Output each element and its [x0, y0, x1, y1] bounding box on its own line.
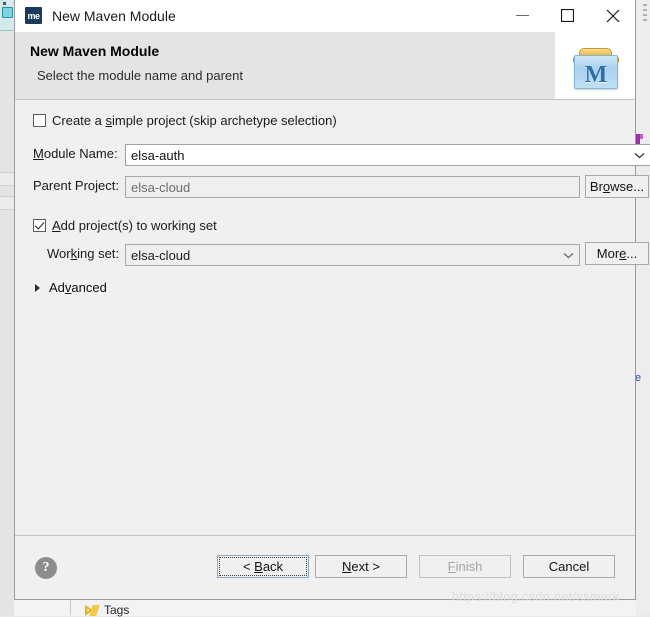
title-bar: me New Maven Module	[15, 0, 635, 32]
advanced-label: Advanced	[47, 280, 109, 295]
browse-button-label: Browse...	[589, 179, 645, 194]
page-subtitle: Select the module name and parent	[37, 68, 243, 83]
add-working-set-checkbox[interactable]	[33, 219, 46, 232]
more-button-label: More...	[596, 246, 638, 261]
background-marker-accent-icon	[640, 134, 643, 139]
chevron-right-icon	[35, 283, 40, 292]
window-title: New Maven Module	[52, 7, 176, 24]
simple-project-label: Create a simple project (skip archetype …	[52, 113, 337, 128]
footer-buttons: < Back Next > Finish Cancel	[217, 555, 615, 578]
module-name-value: elsa-auth	[131, 147, 185, 163]
background-tab-dot-icon	[3, 2, 6, 5]
module-name-label-wrap: Module Name:	[33, 146, 118, 161]
next-button[interactable]: Next >	[315, 555, 407, 578]
add-working-set-row[interactable]: Add project(s) to working set	[33, 218, 217, 233]
chevron-down-icon[interactable]	[557, 245, 579, 265]
finish-button: Finish	[419, 555, 511, 578]
working-set-value: elsa-cloud	[131, 247, 191, 263]
cancel-button-label: Cancel	[548, 559, 590, 574]
cancel-button[interactable]: Cancel	[523, 555, 615, 578]
background-scrollbar[interactable]	[643, 4, 647, 34]
chevron-down-icon[interactable]	[628, 145, 650, 165]
minimize-button[interactable]	[500, 0, 545, 31]
add-working-set-label: Add project(s) to working set	[52, 218, 217, 233]
background-toolbar-row	[0, 172, 14, 186]
maven-icon-letter: M	[584, 61, 608, 88]
maximize-button[interactable]	[545, 0, 590, 31]
dialog-body: Create a simple project (skip archetype …	[15, 100, 650, 538]
back-button-label: < Back	[242, 559, 284, 574]
working-set-label-wrap: Working set:	[47, 246, 119, 261]
help-icon[interactable]: ?	[35, 557, 57, 579]
maven-icon-body: M	[574, 54, 618, 89]
background-tab-icon	[2, 7, 13, 18]
background-right-panel	[635, 0, 650, 615]
watermark: https://blog.csdn.net/ssmark	[452, 589, 620, 604]
simple-project-row[interactable]: Create a simple project (skip archetype …	[33, 113, 337, 128]
background-left-panel	[0, 0, 15, 615]
next-button-label: Next >	[342, 559, 380, 574]
working-set-label: Working set:	[47, 246, 120, 261]
parent-project-input[interactable]: elsa-cloud	[125, 176, 580, 198]
maven-module-icon: M	[571, 45, 619, 89]
simple-project-checkbox[interactable]	[33, 114, 46, 127]
back-button[interactable]: < Back	[217, 555, 309, 578]
finish-button-label: Finish	[447, 559, 483, 574]
module-name-input[interactable]: elsa-auth	[125, 144, 650, 166]
close-button[interactable]	[590, 0, 635, 31]
browse-button[interactable]: Browse...	[585, 175, 649, 198]
dialog-header: New Maven Module Select the module name …	[15, 32, 635, 100]
maven-me-icon: me	[25, 7, 42, 24]
header-banner: M	[555, 32, 635, 99]
tag-icon	[85, 604, 99, 616]
parent-project-label-wrap: Parent Project:	[33, 178, 119, 193]
parent-project-label: Parent Project:	[33, 178, 119, 193]
background-toolbar-row	[0, 196, 14, 210]
advanced-toggle[interactable]: Advanced	[35, 280, 109, 295]
new-maven-module-dialog: me New Maven Module New Maven Module Sel…	[14, 0, 650, 600]
page-title: New Maven Module	[30, 43, 160, 59]
parent-project-value: elsa-cloud	[131, 179, 191, 195]
module-name-label: Module Name:	[33, 146, 118, 161]
more-button[interactable]: More...	[585, 242, 649, 265]
working-set-select[interactable]: elsa-cloud	[125, 244, 580, 266]
background-editor-tab[interactable]	[0, 0, 13, 31]
window-controls	[500, 0, 635, 31]
